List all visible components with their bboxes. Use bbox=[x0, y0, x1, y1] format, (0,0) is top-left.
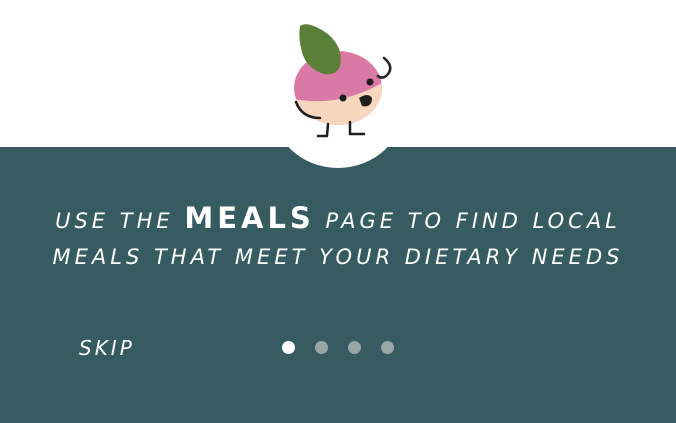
message-text-after: PAGE TO FIND LOCAL bbox=[325, 209, 621, 233]
page-dot-1[interactable] bbox=[282, 341, 295, 354]
meals-emphasis: MEALS bbox=[184, 201, 315, 235]
message-text-before: USE THE bbox=[55, 209, 174, 233]
page-dot-4[interactable] bbox=[381, 341, 394, 354]
onboarding-message: USE THE MEALS PAGE TO FIND LOCAL MEALS T… bbox=[0, 200, 676, 275]
message-line-1: USE THE MEALS PAGE TO FIND LOCAL bbox=[0, 200, 676, 239]
page-dot-2[interactable] bbox=[315, 341, 328, 354]
page-dot-3[interactable] bbox=[348, 341, 361, 354]
message-line-2: MEALS THAT MEET YOUR DIETARY NEEDS bbox=[52, 245, 624, 269]
onboarding-panel bbox=[0, 147, 676, 423]
skip-button[interactable]: SKIP bbox=[79, 336, 135, 360]
turnip-mascot-icon bbox=[294, 24, 392, 138]
page-indicator bbox=[282, 341, 394, 355]
